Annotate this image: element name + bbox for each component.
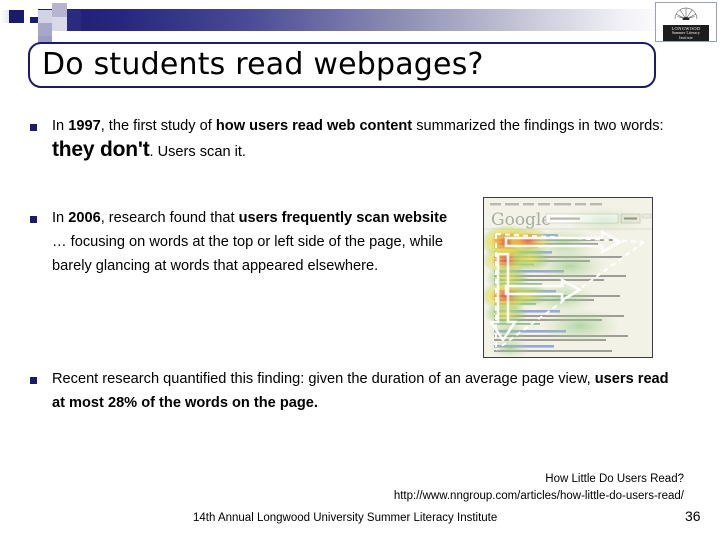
bullet-text-run: Recent research quantified this finding:… xyxy=(52,371,595,387)
bullet-text-run: users frequently scan website xyxy=(238,210,448,226)
bullet-text-run: , the first study of xyxy=(100,118,216,134)
citation-title: How Little Do Users Read? xyxy=(545,473,684,485)
bullet-text-run: . Users scan it. xyxy=(149,144,246,160)
bullet-text-1997: In 1997, the first study of how users re… xyxy=(52,114,670,164)
bullet-text-run: how users read web content xyxy=(215,118,413,134)
logo-line3: Institute xyxy=(679,36,693,41)
logo-inner: LONGWOOD Summer Literacy Institute xyxy=(660,6,712,41)
header-gradient-bar xyxy=(30,9,670,31)
bullet-text-run: , research found that xyxy=(100,210,239,226)
slide-header-band xyxy=(0,0,720,47)
header-decor-square-white-1 xyxy=(24,4,38,17)
header-decor-square-navy-1 xyxy=(9,10,24,23)
slide-number: 36 xyxy=(685,508,701,524)
bullet-text-recent: Recent research quantified this finding:… xyxy=(52,367,670,415)
bullet-text-run: 2006 xyxy=(68,210,101,226)
page-title: Do students read webpages? xyxy=(42,47,484,82)
bullet-item-2006: In 2006, research found that users frequ… xyxy=(30,206,460,278)
conference-footer: 14th Annual Longwood University Summer L… xyxy=(193,512,498,524)
bullet-text-run: 1997 xyxy=(68,118,101,134)
bullet-text-2006: In 2006, research found that users frequ… xyxy=(52,206,460,278)
eyetracking-heatmap-image: Google xyxy=(483,197,653,358)
header-decor-square-navy-2 xyxy=(67,10,81,31)
header-decor-square-white-2 xyxy=(24,23,38,36)
bullet-item-1997: In 1997, the first study of how users re… xyxy=(30,114,670,164)
logo-wordmark: LONGWOOD Summer Literacy Institute xyxy=(663,25,709,41)
square-bullet-icon xyxy=(30,124,37,131)
bullet-text-run: In xyxy=(52,118,69,134)
slide-title-box: Do students read webpages? xyxy=(28,42,656,88)
square-bullet-icon xyxy=(30,377,37,384)
square-bullet-icon xyxy=(30,216,37,223)
sunrise-icon xyxy=(674,7,698,21)
bullet-text-run: they don't xyxy=(52,138,150,161)
header-decor-square-light-1 xyxy=(38,10,52,23)
bullet-text-run: summarized the findings in two words: xyxy=(412,118,664,134)
heatmap-graphic: Google xyxy=(484,198,652,357)
header-decor-square-light-4 xyxy=(52,17,67,31)
header-decor-square-light-2 xyxy=(52,3,67,17)
header-decor-square-light-3 xyxy=(38,23,52,36)
longwood-summer-literacy-institute-logo: LONGWOOD Summer Literacy Institute xyxy=(655,2,717,42)
citation-url: http://www.nngroup.com/articles/how-litt… xyxy=(393,490,684,502)
bullet-text-run: In xyxy=(52,210,69,226)
bullet-item-recent: Recent research quantified this finding:… xyxy=(30,367,670,415)
bullet-text-run: … focusing on words at the top or left s… xyxy=(52,234,444,274)
